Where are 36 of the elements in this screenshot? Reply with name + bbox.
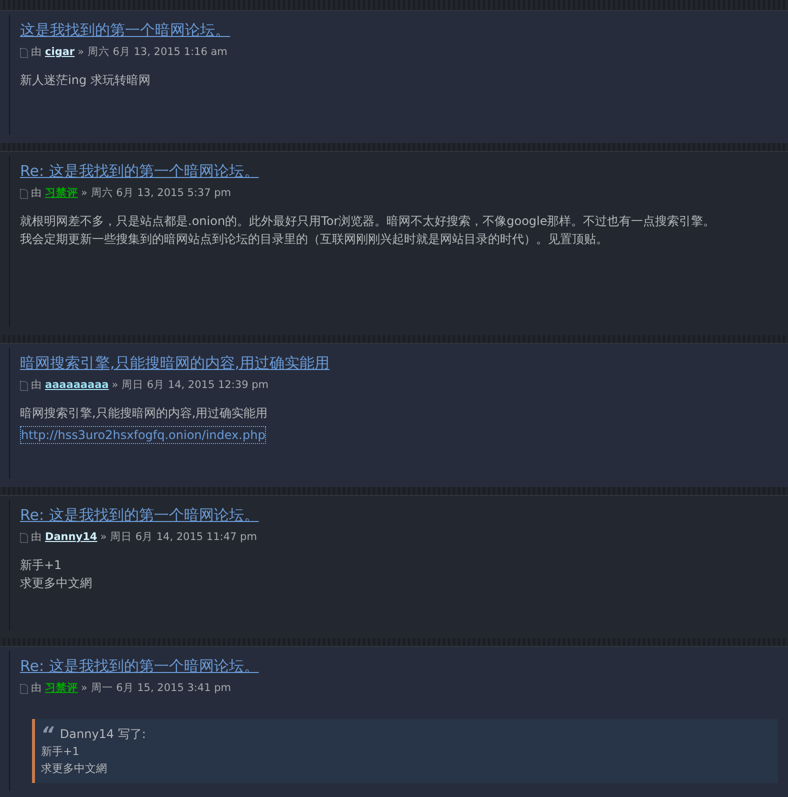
post-date: » 周日 6月 14, 2015 12:39 pm <box>112 378 268 393</box>
by-label: 由 <box>31 45 42 60</box>
page-icon[interactable] <box>20 188 28 199</box>
page-icon[interactable] <box>20 48 28 58</box>
post-title-link[interactable]: Re: 这是我找到的第一个暗网论坛。 <box>20 505 259 525</box>
post-date: » 周六 6月 13, 2015 5:37 pm <box>81 186 232 201</box>
author-link[interactable]: cigar <box>45 45 75 61</box>
quote-author: Danny14 写了: <box>60 726 146 743</box>
by-label: 由 <box>31 681 42 696</box>
by-label: 由 <box>31 530 42 545</box>
post-text: 新手+1 <box>20 556 62 574</box>
post-date: » 周六 6月 13, 2015 1:16 am <box>78 45 228 60</box>
quote-mark-icon: “ <box>41 726 54 741</box>
post-title-link[interactable]: Re: 这是我找到的第一个暗网论坛。 <box>20 656 259 676</box>
page-icon[interactable] <box>20 532 28 543</box>
page-icon[interactable] <box>20 684 28 694</box>
post-text: 暗网搜索引擎,只能搜暗网的内容,用过确实能用 <box>20 404 268 422</box>
post-text: 新人迷茫ing 求玩转暗网 <box>20 72 150 89</box>
author-link[interactable]: Danny14 <box>45 530 98 546</box>
url-link[interactable]: http://hss3uro2hsxfogfq.onion/index.php <box>20 426 266 444</box>
by-label: 由 <box>31 186 42 201</box>
by-label: 由 <box>31 378 42 393</box>
author-link[interactable]: 习禁评 <box>45 186 78 202</box>
post-text: 就根明网差不多，只是站点都是.onion的。此外最好只用Tor浏览器。暗网不太好搜索，不像google那样。不过也有一点搜索引擎。 <box>20 212 716 230</box>
post-text: 求更多中文網 <box>20 574 92 592</box>
post-title-link[interactable]: 这是我找到的第一个暗网论坛。 <box>20 20 230 40</box>
author-link[interactable]: aaaaaaaaa <box>45 378 109 394</box>
quote-text: 新手+1 <box>41 744 80 760</box>
author-link[interactable]: 习禁评 <box>45 681 78 697</box>
page-icon[interactable] <box>20 380 28 391</box>
post-title-link[interactable]: Re: 这是我找到的第一个暗网论坛。 <box>20 161 259 181</box>
quote-text: 求更多中文網 <box>41 760 107 777</box>
post-date: » 周日 6月 14, 2015 11:47 pm <box>100 530 257 545</box>
post-date: » 周一 6月 15, 2015 3:41 pm <box>81 681 232 696</box>
post-title-link[interactable]: 暗网搜索引擎,只能搜暗网的内容,用过确实能用 <box>20 353 330 373</box>
post-text: 我会定期更新一些搜集到的暗网站点到论坛的目录里的（互联网刚刚兴起时就是网站目录的时代）。见置顶贴。 <box>20 230 608 248</box>
